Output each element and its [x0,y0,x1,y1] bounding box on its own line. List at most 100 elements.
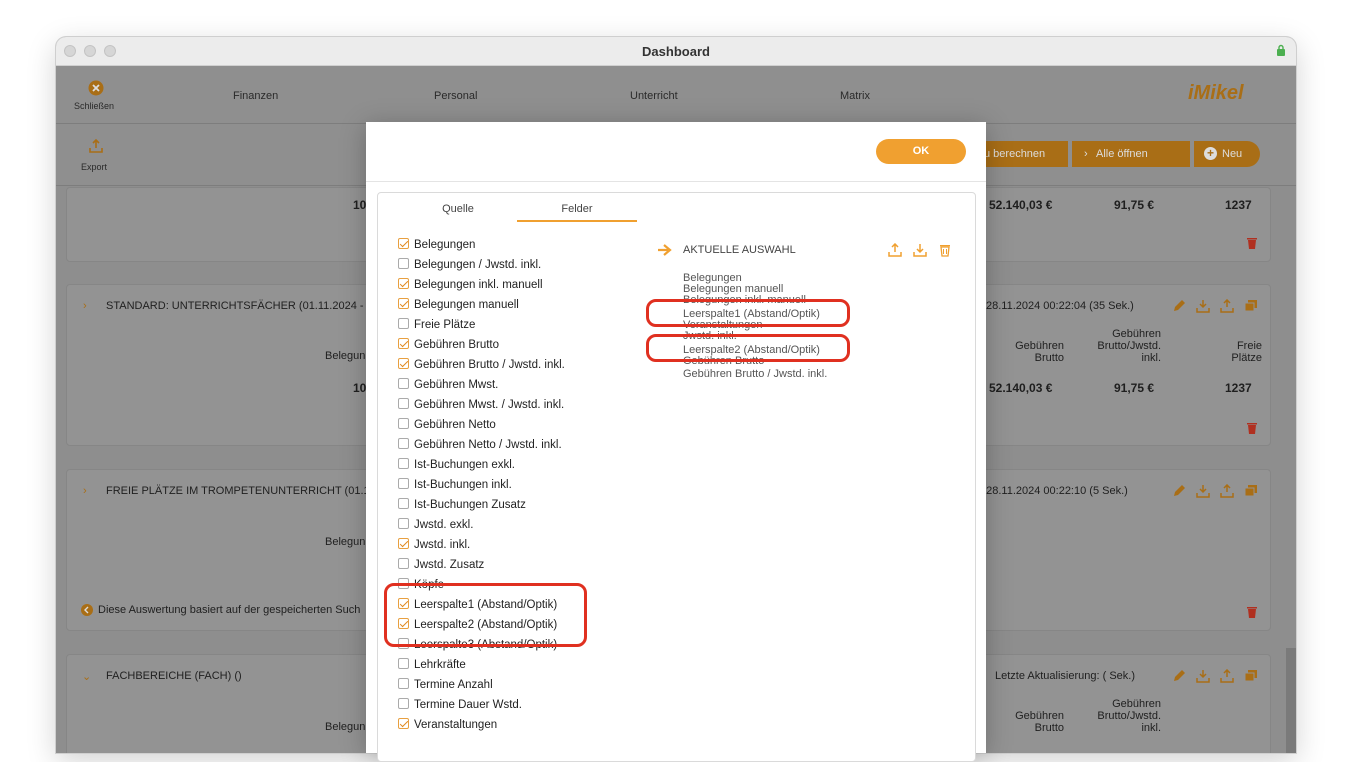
column-header: Gebühren Brutto/Jwstd. inkl. [1097,698,1161,734]
checkbox[interactable] [398,478,409,489]
checkbox[interactable] [398,718,409,729]
checkbox[interactable] [398,678,409,689]
card-value: 10 [353,381,367,395]
checkbox[interactable] [398,298,409,309]
column-header: Gebühren Brutto [1015,710,1064,734]
card-value: 52.140,03 € [989,198,1053,212]
chevron-right-icon[interactable]: › [83,485,87,497]
nav-item-matrix[interactable]: Matrix [840,90,870,102]
upload-icon[interactable] [888,243,902,257]
selection-item[interactable]: Gebühren Brutto / Jwstd. inkl. [683,368,827,380]
checkbox[interactable] [398,258,409,269]
field-checkbox-row[interactable]: Termine Anzahl [398,678,493,694]
field-checkbox-row[interactable]: Lehrkräfte [398,658,466,674]
field-checkbox-row[interactable]: Gebühren Netto [398,418,496,434]
nav-item-unterricht[interactable]: Unterricht [630,90,678,102]
scrollbar[interactable] [1286,648,1296,753]
checkbox[interactable] [398,238,409,249]
field-checkbox-row[interactable]: Ist-Buchungen exkl. [398,458,515,474]
field-label: Belegungen inkl. manuell [414,279,543,291]
checkbox[interactable] [398,698,409,709]
field-checkbox-row[interactable]: Ist-Buchungen Zusatz [398,498,526,514]
checkbox[interactable] [398,398,409,409]
field-label: Termine Anzahl [414,679,493,691]
nav-bar: Schließen Finanzen Personal Unterricht M… [56,66,1296,124]
close-circle-icon[interactable] [88,80,104,96]
field-checkbox-row[interactable]: Gebühren Netto / Jwstd. inkl. [398,438,562,454]
checkbox[interactable] [398,558,409,569]
trash-icon[interactable] [938,243,952,257]
open-all-button[interactable]: › Alle öffnen [1072,141,1190,167]
column-header: Belegun [325,536,366,548]
field-checkbox-row[interactable]: Veranstaltungen [398,718,497,734]
title-bar: Dashboard [56,37,1296,66]
checkbox[interactable] [398,438,409,449]
tab-felder[interactable]: Felder [517,203,637,215]
tab-quelle[interactable]: Quelle [418,203,498,215]
export-label[interactable]: Export [81,162,107,172]
checkbox[interactable] [398,378,409,389]
checkbox[interactable] [398,338,409,349]
checkbox[interactable] [398,458,409,469]
checkbox[interactable] [398,418,409,429]
copy-icon[interactable] [1244,299,1258,313]
field-checkbox-row[interactable]: Freie Plätze [398,318,475,334]
field-checkbox-row[interactable]: Belegungen inkl. manuell [398,278,543,294]
export-icon[interactable] [88,138,104,154]
field-checkbox-row[interactable]: Gebühren Brutto [398,338,499,354]
card-title[interactable]: FREIE PLÄTZE IM TROMPETENUNTERRICHT (01.… [106,485,378,497]
checkbox[interactable] [398,498,409,509]
new-button[interactable]: + Neu [1194,141,1260,167]
checkbox[interactable] [398,318,409,329]
download-icon[interactable] [1196,299,1210,313]
upload-icon[interactable] [1220,299,1234,313]
copy-icon[interactable] [1244,484,1258,498]
logo: iMikel [1188,82,1244,104]
field-checkbox-row[interactable]: Jwstd. inkl. [398,538,470,554]
plus-circle-icon: + [1204,147,1217,160]
card-note: Diese Auswertung basiert auf der gespeic… [98,604,361,616]
edit-icon[interactable] [1172,299,1186,313]
nav-item-personal[interactable]: Personal [434,90,477,102]
download-icon[interactable] [913,243,927,257]
edit-icon[interactable] [1172,669,1186,683]
close-label[interactable]: Schließen [74,101,114,111]
field-label: Jwstd. inkl. [414,539,471,551]
field-checkbox-row[interactable]: Belegungen manuell [398,298,519,314]
field-checkbox-row[interactable]: Belegungen / Jwstd. inkl. [398,258,541,274]
upload-icon[interactable] [1220,484,1234,498]
chevron-down-icon[interactable]: ⌄ [82,670,91,683]
field-label: Freie Plätze [414,319,476,331]
trash-icon[interactable] [1245,421,1259,435]
card-title[interactable]: FACHBEREICHE (FACH) () [106,670,242,682]
download-icon[interactable] [1196,669,1210,683]
field-checkbox-row[interactable]: Termine Dauer Wstd. [398,698,522,714]
checkbox[interactable] [398,658,409,669]
edit-icon[interactable] [1172,484,1186,498]
field-checkbox-row[interactable]: Gebühren Mwst. [398,378,498,394]
card-value: 52.140,03 € [989,381,1053,395]
field-checkbox-row[interactable]: Belegungen [398,238,475,254]
ok-button[interactable]: OK [876,139,966,164]
recalc-button[interactable]: u berechnen [984,141,1068,167]
card-title[interactable]: STANDARD: UNTERRICHTSFÄCHER (01.11.2024 … [106,300,373,312]
field-checkbox-row[interactable]: Ist-Buchungen inkl. [398,478,512,494]
card-status: Letzte Aktualisierung: ( Sek.) [995,670,1136,682]
field-checkbox-row[interactable]: Gebühren Mwst. / Jwstd. inkl. [398,398,564,414]
checkbox[interactable] [398,358,409,369]
upload-icon[interactable] [1220,669,1234,683]
trash-icon[interactable] [1245,605,1259,619]
nav-item-finanzen[interactable]: Finanzen [233,90,278,102]
checkbox[interactable] [398,518,409,529]
copy-icon[interactable] [1244,669,1258,683]
field-checkbox-row[interactable]: Jwstd. exkl. [398,518,473,534]
checkbox[interactable] [398,538,409,549]
download-icon[interactable] [1196,484,1210,498]
field-label: Gebühren Netto [414,419,496,431]
checkbox[interactable] [398,278,409,289]
trash-icon[interactable] [1245,236,1259,250]
field-checkbox-row[interactable]: Jwstd. Zusatz [398,558,484,574]
chevron-right-icon[interactable]: › [83,300,87,312]
highlight-box [384,583,587,647]
field-checkbox-row[interactable]: Gebühren Brutto / Jwstd. inkl. [398,358,565,374]
